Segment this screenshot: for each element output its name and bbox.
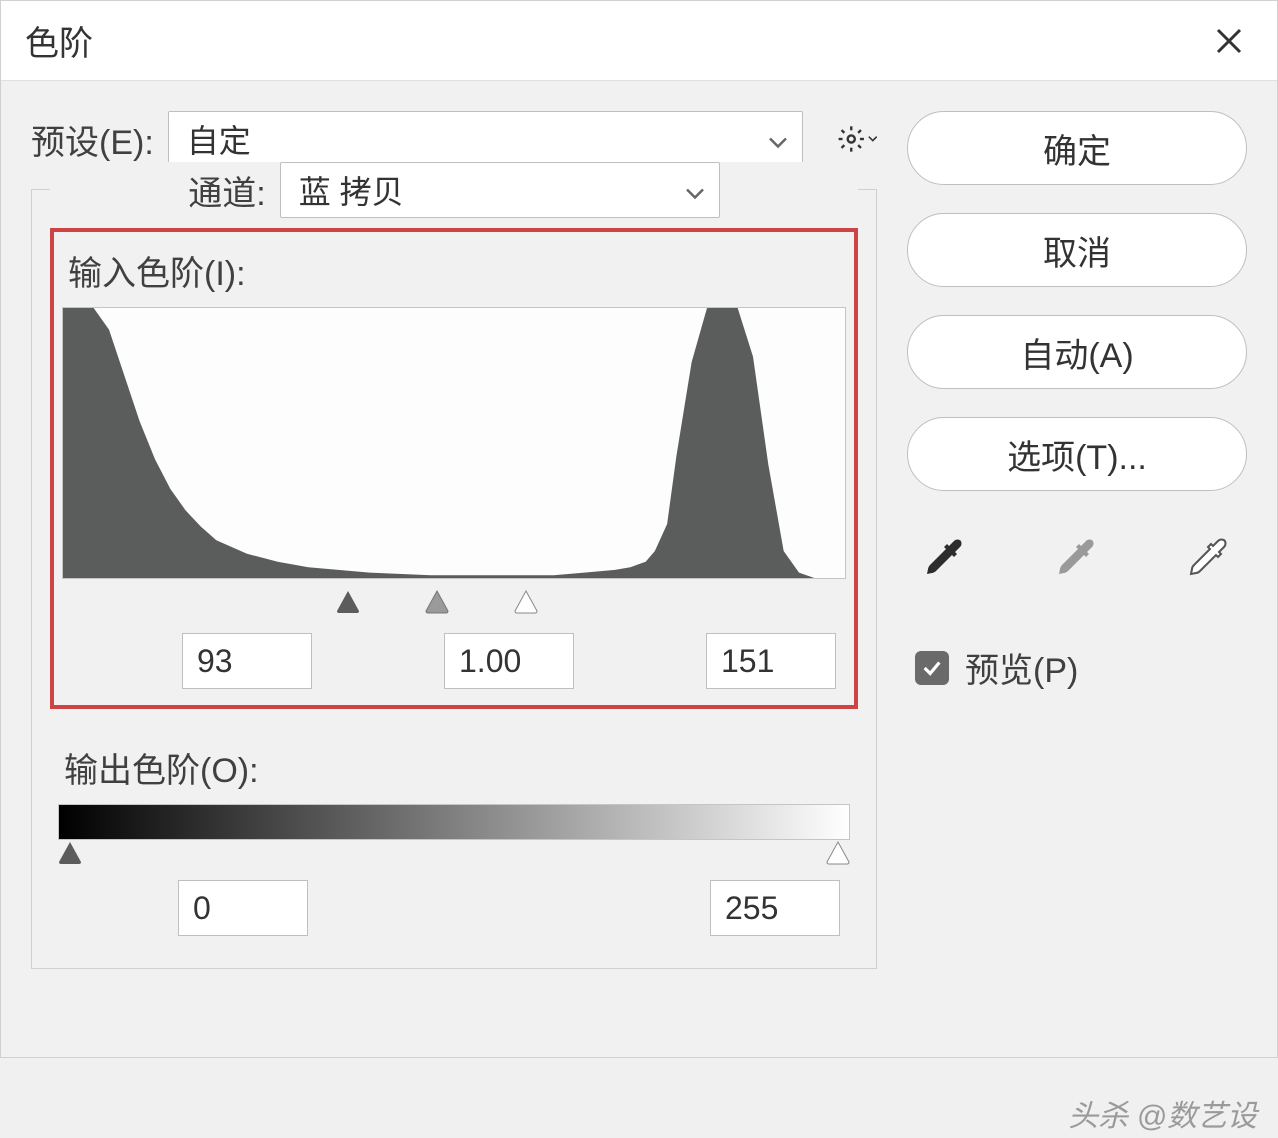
watermark: 头杀 @数艺设 — [1068, 1091, 1257, 1135]
output-values-row — [58, 870, 850, 936]
dialog-title: 色阶 — [25, 16, 93, 65]
preset-row: 预设(E): 自定 — [31, 111, 877, 167]
chevron-down-icon — [685, 172, 705, 209]
output-black-field[interactable] — [178, 880, 308, 936]
chevron-down-icon — [768, 121, 788, 158]
preview-row: 预览(P) — [907, 643, 1247, 692]
output-white-slider[interactable] — [825, 840, 851, 866]
input-values-row — [62, 619, 846, 689]
auto-button[interactable]: 自动(A) — [907, 315, 1247, 389]
ok-button[interactable]: 确定 — [907, 111, 1247, 185]
eyedropper-white-button[interactable] — [1179, 527, 1239, 587]
preset-menu-button[interactable] — [837, 119, 877, 159]
preview-label: 预览(P) — [965, 643, 1078, 692]
channel-label: 通道: — [188, 166, 265, 215]
levels-group: 通道: 蓝 拷贝 输入色阶(I): — [31, 189, 877, 969]
input-gamma-slider[interactable] — [424, 589, 450, 615]
output-slider-track[interactable] — [58, 840, 850, 870]
eyedropper-white-icon — [1185, 533, 1233, 581]
channel-row: 通道: 蓝 拷贝 — [50, 162, 858, 218]
right-panel: 确定 取消 自动(A) 选项(T)... — [907, 111, 1247, 1027]
output-white-field[interactable] — [710, 880, 840, 936]
dialog-body: 预设(E): 自定 — [1, 81, 1277, 1057]
output-gradient — [58, 804, 850, 840]
preset-value: 自定 — [187, 116, 251, 162]
channel-value: 蓝 拷贝 — [299, 167, 404, 213]
input-black-slider[interactable] — [335, 589, 361, 615]
options-button[interactable]: 选项(T)... — [907, 417, 1247, 491]
input-levels-label: 输入色阶(I): — [62, 242, 846, 301]
eyedropper-gray-button[interactable] — [1047, 527, 1107, 587]
left-panel: 预设(E): 自定 — [31, 111, 877, 1027]
preset-select[interactable]: 自定 — [168, 111, 803, 167]
input-white-field[interactable] — [706, 633, 836, 689]
cancel-button[interactable]: 取消 — [907, 213, 1247, 287]
check-icon — [921, 657, 943, 679]
eyedropper-gray-icon — [1053, 533, 1101, 581]
eyedropper-black-button[interactable] — [915, 527, 975, 587]
input-levels-section: 输入色阶(I): — [50, 228, 858, 709]
gear-icon — [837, 121, 866, 157]
input-slider-track[interactable] — [62, 589, 846, 619]
preset-label: 预设(E): — [31, 115, 154, 164]
output-levels-label: 输出色阶(O): — [58, 739, 850, 798]
titlebar: 色阶 — [1, 1, 1277, 81]
output-black-slider[interactable] — [57, 840, 83, 866]
input-histogram — [62, 307, 846, 579]
eyedropper-row — [907, 527, 1247, 587]
input-gamma-field[interactable] — [444, 633, 574, 689]
input-black-field[interactable] — [182, 633, 312, 689]
output-levels-section: 输出色阶(O): — [50, 733, 858, 944]
levels-dialog: 色阶 预设(E): 自定 — [0, 0, 1278, 1058]
close-button[interactable] — [1205, 17, 1253, 65]
preview-checkbox[interactable] — [915, 651, 949, 685]
eyedropper-black-icon — [921, 533, 969, 581]
close-icon — [1214, 26, 1244, 56]
channel-select[interactable]: 蓝 拷贝 — [280, 162, 720, 218]
input-white-slider[interactable] — [513, 589, 539, 615]
